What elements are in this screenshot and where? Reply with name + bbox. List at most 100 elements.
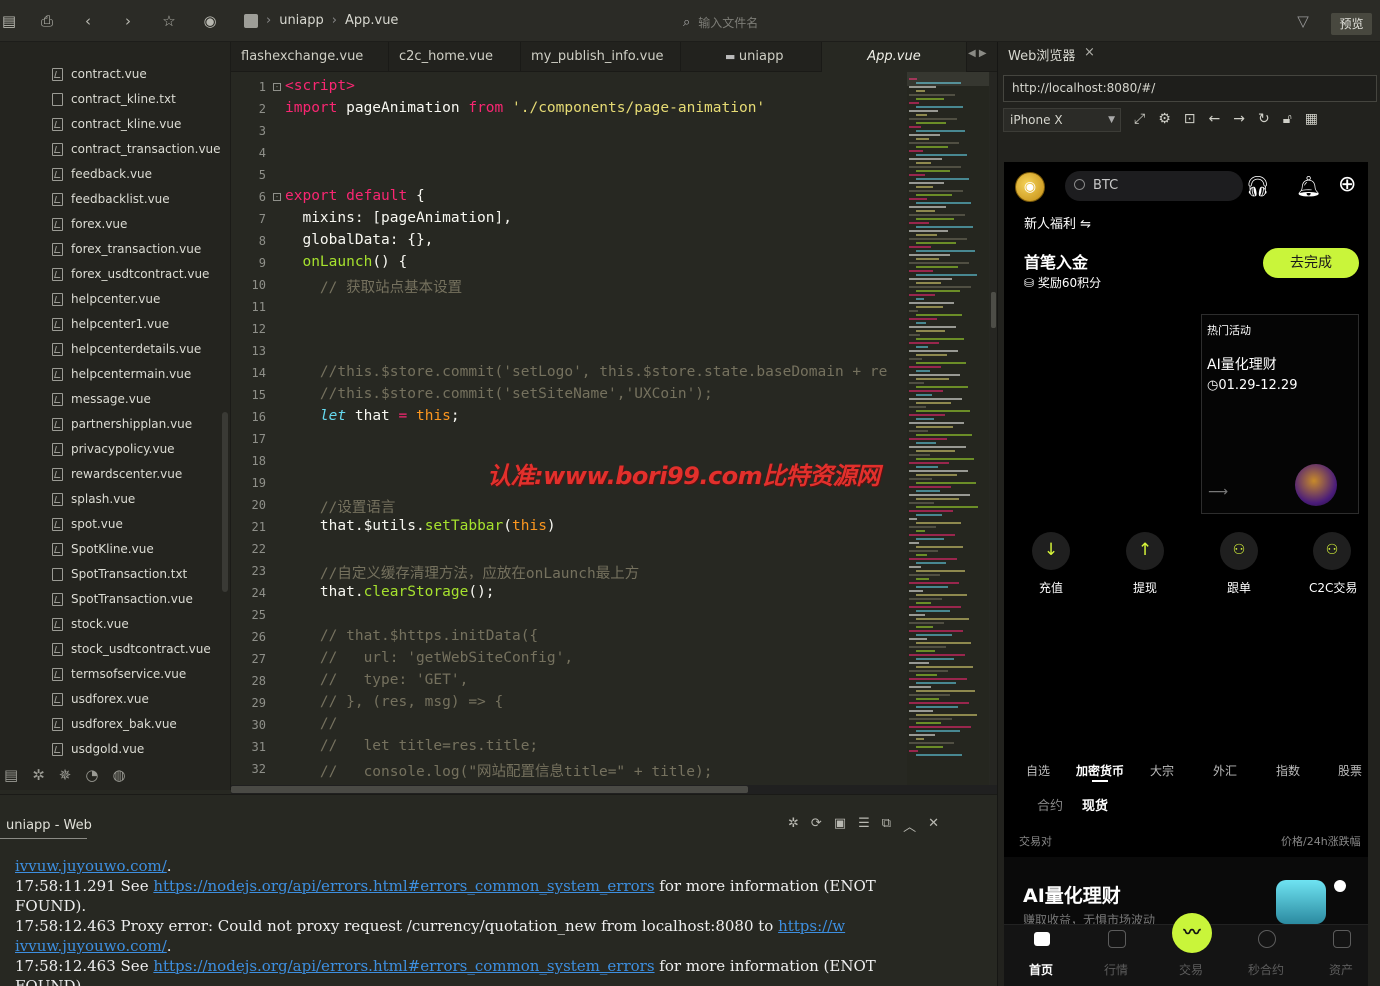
file-item[interactable]: contract_kline.txt — [52, 88, 176, 110]
qrcode-icon[interactable]: ▦ — [1305, 111, 1318, 127]
forward-arrow-icon[interactable]: › — [119, 12, 137, 30]
browser-tab-title[interactable]: Web浏览器 — [1008, 45, 1075, 64]
withdraw-icon[interactable]: ↑ — [1126, 532, 1164, 570]
run-icon[interactable]: ◉ — [201, 12, 219, 30]
breadcrumb-file[interactable]: App.vue — [345, 13, 398, 28]
tab-scroll-arrows-icon[interactable]: ◀ ▶ — [968, 48, 987, 59]
code-line[interactable]: mixins: [pageAnimation], — [285, 210, 512, 226]
save-icon[interactable]: ⎙ — [38, 12, 56, 30]
file-item[interactable]: feedbacklist.vue — [52, 188, 170, 210]
file-item[interactable]: privacypolicy.vue — [52, 438, 175, 460]
nav-market[interactable]: 行情 — [1096, 961, 1136, 978]
url-input[interactable]: http://localhost:8080/#/ — [1003, 75, 1377, 102]
file-item[interactable]: SpotTransaction.vue — [52, 588, 193, 610]
plugin-icon[interactable]: ◔ — [85, 766, 98, 784]
console-link[interactable]: https://w — [778, 917, 845, 935]
sidebar-scrollbar[interactable] — [222, 412, 228, 592]
file-item[interactable]: forex.vue — [52, 213, 127, 235]
action-copy-trade[interactable]: 跟单 — [1227, 579, 1251, 596]
file-item[interactable]: usdforex.vue — [52, 688, 149, 710]
file-item[interactable]: feedback.vue — [52, 163, 152, 185]
back-arrow-icon[interactable]: ‹ — [79, 12, 97, 30]
file-item[interactable]: stock_usdtcontract.vue — [52, 638, 211, 660]
code-line[interactable]: that.clearStorage(); — [285, 584, 495, 600]
rotate-icon[interactable]: ⤢ — [1134, 111, 1145, 127]
code-line[interactable]: // — [285, 716, 337, 732]
globe-icon[interactable]: ⊕ — [1338, 172, 1356, 197]
collapse-icon[interactable]: ︿ — [903, 816, 916, 835]
action-deposit[interactable]: 充值 — [1039, 579, 1063, 596]
market-tab-stocks[interactable]: 股票 — [1338, 762, 1362, 779]
code-editor[interactable]: 1- <script> 2 import pageAnimation from './… — [231, 72, 907, 790]
file-item[interactable]: message.vue — [52, 388, 151, 410]
tab-flashexchange[interactable]: flashexchange.vue — [231, 42, 389, 72]
arrow-right-icon[interactable]: ⟶ — [1208, 484, 1228, 500]
reload-icon[interactable]: ↻ — [1258, 111, 1270, 127]
nav-home[interactable]: 首页 — [1021, 961, 1061, 978]
file-item[interactable]: SpotTransaction.txt — [52, 563, 187, 585]
code-line[interactable]: export default { — [285, 188, 425, 204]
editor-hscroll-thumb[interactable] — [231, 786, 748, 793]
second-contract-icon[interactable] — [1258, 930, 1276, 948]
bug-icon[interactable]: ✲ — [788, 816, 799, 835]
tab-c2c-home[interactable]: c2c_home.vue — [389, 42, 521, 72]
sidebar-toggle-icon[interactable]: ▤ — [0, 12, 18, 30]
code-line[interactable]: // }, (res, msg) => { — [285, 694, 503, 710]
console-tab[interactable]: uniapp - Web — [6, 818, 92, 833]
devtools-icon[interactable]: ⊡ — [1184, 111, 1196, 127]
editor-vscroll-thumb[interactable] — [991, 292, 996, 328]
back-icon[interactable]: ← — [1209, 111, 1221, 127]
refresh-icon[interactable]: ⟳ — [811, 816, 822, 835]
browser-tab-close-icon[interactable]: × — [1084, 45, 1095, 60]
code-line[interactable]: // type: 'GET', — [285, 672, 468, 688]
code-line[interactable]: //自定义缓存清理方法，应放在onLaunch最上方 — [285, 562, 639, 583]
preview-button[interactable]: 预览 — [1331, 13, 1372, 35]
debug-icon[interactable]: ✲ — [32, 766, 45, 784]
tab-my-publish-info[interactable]: my_publish_info.vue — [521, 42, 681, 72]
bug-icon[interactable]: ✵ — [59, 766, 72, 784]
action-withdraw[interactable]: 提现 — [1133, 579, 1157, 596]
nav-assets[interactable]: 资产 — [1321, 961, 1361, 978]
coin-search-input[interactable]: BTC — [1065, 171, 1243, 201]
minimap[interactable] — [907, 72, 989, 785]
console-link[interactable]: https://nodejs.org/api/errors.html#error… — [153, 957, 654, 975]
breadcrumb-project[interactable]: uniapp — [279, 13, 324, 28]
code-line[interactable]: import pageAnimation from './components/… — [285, 100, 765, 116]
code-line[interactable]: // let title=res.title; — [285, 738, 538, 754]
file-item[interactable]: spot.vue — [52, 513, 123, 535]
headset-icon[interactable]: 🎧︎ — [1245, 174, 1270, 198]
file-item[interactable]: SpotKline.vue — [52, 538, 154, 560]
clear-log-icon[interactable]: ☰ — [858, 816, 870, 835]
console-link[interactable]: ivvuw.juyouwo.com/ — [15, 857, 167, 875]
console-link[interactable]: ivvuw.juyouwo.com/ — [15, 937, 167, 955]
cloud-icon[interactable]: ◍ — [112, 766, 125, 784]
market-tab-index[interactable]: 指数 — [1276, 762, 1300, 779]
complete-task-button[interactable]: 去完成 — [1263, 248, 1359, 278]
code-line[interactable]: <script> — [285, 78, 355, 94]
nav-trade[interactable]: 交易 — [1171, 961, 1211, 978]
minimap-viewport[interactable] — [907, 72, 989, 86]
file-item[interactable]: partnershipplan.vue — [52, 413, 192, 435]
subtab-contract[interactable]: 合约 — [1037, 795, 1063, 814]
code-line[interactable]: //this.$store.commit('setLogo', this.$st… — [285, 364, 887, 380]
file-search-input[interactable]: ⌕ 输入文件名 — [683, 11, 1203, 33]
home-icon[interactable] — [1034, 932, 1050, 946]
market-tab-crypto[interactable]: 加密货币 — [1076, 762, 1124, 779]
trade-icon[interactable]: 〰 — [1172, 913, 1212, 953]
assets-icon[interactable] — [1333, 930, 1351, 948]
close-panel-icon[interactable]: ✕ — [928, 816, 939, 835]
lock-icon[interactable]: 🔓︎ — [1283, 111, 1292, 127]
file-item[interactable]: helpcenter1.vue — [52, 313, 169, 335]
forward-icon[interactable]: → — [1233, 111, 1245, 127]
file-item[interactable]: stock.vue — [52, 613, 129, 635]
open-window-icon[interactable]: ⧉ — [882, 816, 891, 835]
code-line[interactable]: //设置语言 — [285, 496, 395, 517]
code-line[interactable]: // 获取站点基本设置 — [285, 276, 462, 297]
code-line[interactable]: // url: 'getWebSiteConfig', — [285, 650, 573, 666]
settings-icon[interactable]: ⚙ — [1158, 111, 1171, 127]
code-line[interactable]: // console.log("网站配置信息title=" + title); — [285, 760, 713, 781]
filter-icon[interactable]: ▽ — [1294, 12, 1312, 30]
code-line[interactable]: let that = this; — [285, 408, 460, 424]
fold-toggle-icon[interactable]: - — [273, 83, 281, 91]
code-line[interactable]: onLaunch() { — [285, 254, 407, 270]
